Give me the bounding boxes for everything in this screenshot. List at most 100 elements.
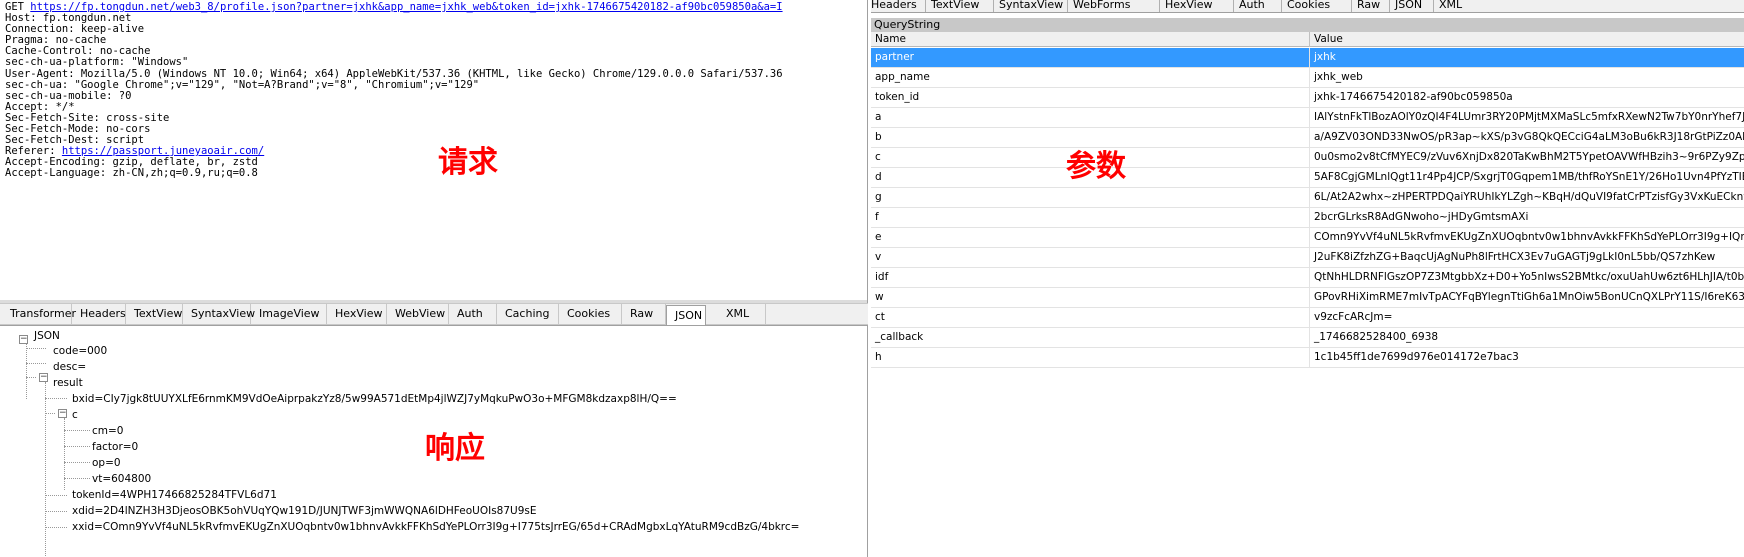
tree-node-result[interactable]: result: [53, 376, 83, 390]
param-value[interactable]: 0u0smo2v8tCfMYEC9/zVuv6XnjDx820TaKwBhM2T…: [1310, 148, 1744, 167]
param-name[interactable]: b: [871, 128, 1310, 147]
tree-node-desc[interactable]: desc=: [53, 360, 86, 374]
tab-separator: [1159, 0, 1160, 12]
response-tab-webview[interactable]: WebView: [387, 304, 449, 325]
param-name[interactable]: f: [871, 208, 1310, 227]
tree-node-xdid[interactable]: xdid=2D4lNZH3H3DjeosOBK5ohVUqYQw191D/JUN…: [72, 504, 537, 518]
param-name[interactable]: partner: [871, 48, 1310, 67]
response-tab-transformer[interactable]: Transformer: [0, 304, 76, 325]
tree-guide-line: [64, 430, 90, 431]
param-value[interactable]: QtNhHLDRNFlGszOP7Z3MtgbbXz+D0+Yo5nIwsS2B…: [1310, 268, 1744, 287]
querystring-row[interactable]: h 1c1b45ff1de7699d976e014172e7bac3: [871, 348, 1744, 368]
param-name[interactable]: a: [871, 108, 1310, 127]
param-value[interactable]: 5AF8CgjGMLnlQgt11r4Pp4JCP/SxgrjT0Gqpem1M…: [1310, 168, 1744, 187]
querystring-row[interactable]: partner jxhk: [871, 48, 1744, 68]
inspector-tab-json[interactable]: JSON: [1395, 0, 1422, 12]
response-tab-cookies[interactable]: Cookies: [559, 304, 622, 325]
querystring-row[interactable]: d 5AF8CgjGMLnlQgt11r4Pp4JCP/SxgrjT0Gqpem1…: [871, 168, 1744, 188]
tree-node-c[interactable]: c: [72, 408, 78, 422]
querystring-row[interactable]: a IAlYstnFkTlBozAOlY0zQI4F4LUmr3RY20PMjtM…: [871, 108, 1744, 128]
response-tab-xml[interactable]: XML: [718, 304, 766, 325]
collapse-c-icon[interactable]: −: [58, 409, 67, 418]
inspector-tab-textview[interactable]: TextView: [931, 0, 979, 12]
tree-node-bxid[interactable]: bxid=CIy7jgk8tUUYXLfE6rnmKM9VdOeAiprpakz…: [72, 392, 677, 406]
response-tab-textview[interactable]: TextView: [126, 304, 183, 325]
param-value[interactable]: 1c1b45ff1de7699d976e014172e7bac3: [1310, 348, 1744, 367]
param-value[interactable]: J2uFK8iZfzhZG+BaqcUjAgNuPh8lFrtHCX3Ev7uG…: [1310, 248, 1744, 267]
inspector-tab-raw[interactable]: Raw: [1357, 0, 1380, 12]
tree-node-tokenid[interactable]: tokenId=4WPH17466825284TFVL6d71: [72, 488, 277, 502]
annotation-request: 请求: [438, 145, 498, 180]
param-value[interactable]: 6L/At2A2whx~zHPERTPDQaiYRUhIkYLZgh~KBqH/…: [1310, 188, 1744, 207]
column-header-value[interactable]: Value: [1310, 32, 1744, 47]
param-value[interactable]: 2bcrGLrksR8AdGNwoho~jHDyGmtsmAXi: [1310, 208, 1744, 227]
querystring-row[interactable]: token_id jxhk-1746675420182-af90bc059850a: [871, 88, 1744, 108]
inspector-tab-cookies[interactable]: Cookies: [1287, 0, 1330, 12]
param-value[interactable]: COmn9YvVf4uNL5kRvfmvEKUgZnXUOqbntv0w1bhn…: [1310, 228, 1744, 247]
response-tab-raw[interactable]: Raw: [622, 304, 666, 325]
querystring-row[interactable]: e COmn9YvVf4uNL5kRvfmvEKUgZnXUOqbntv0w1bh…: [871, 228, 1744, 248]
param-value[interactable]: GPovRHiXimRME7mIvTpACYFqBYlegnTtiGh6a1Mn…: [1310, 288, 1744, 307]
response-tab-json[interactable]: JSON: [666, 305, 706, 326]
tree-node-factor[interactable]: factor=0: [92, 440, 138, 454]
querystring-row[interactable]: c 0u0smo2v8tCfMYEC9/zVuv6XnjDx820TaKwBhM2…: [871, 148, 1744, 168]
param-name[interactable]: v: [871, 248, 1310, 267]
param-value[interactable]: jxhk: [1310, 48, 1744, 67]
param-name[interactable]: idf: [871, 268, 1310, 287]
inspector-tab-headers[interactable]: Headers: [871, 0, 917, 12]
inspector-tab-webforms[interactable]: WebForms: [1073, 0, 1130, 12]
param-name[interactable]: ct: [871, 308, 1310, 327]
tree-node-op[interactable]: op=0: [92, 456, 121, 470]
querystring-row[interactable]: app_name jxhk_web: [871, 68, 1744, 88]
inspector-tab-hexview[interactable]: HexView: [1165, 0, 1212, 12]
inspector-tab-xml[interactable]: XML: [1439, 0, 1462, 12]
param-value[interactable]: a/A9ZV03OND33NwOS/pR3ap~kXS/p3vG8QkQECci…: [1310, 128, 1744, 147]
param-name[interactable]: g: [871, 188, 1310, 207]
querystring-row[interactable]: ct v9zcFcARcJm=: [871, 308, 1744, 328]
request-line: sec-ch-ua: "Google Chrome";v="129", "Not…: [5, 79, 867, 91]
tree-node-cm[interactable]: cm=0: [92, 424, 123, 438]
tab-separator: [1233, 0, 1234, 12]
column-header-name[interactable]: Name: [871, 32, 1310, 47]
request-line-link[interactable]: https://fp.tongdun.net/web3_8/profile.js…: [30, 1, 782, 13]
tree-node-json[interactable]: JSON: [34, 329, 60, 343]
param-name[interactable]: h: [871, 348, 1310, 367]
tree-node-code[interactable]: code=000: [53, 344, 107, 358]
param-value[interactable]: IAlYstnFkTlBozAOlY0zQI4F4LUmr3RY20PMjtMX…: [1310, 108, 1744, 127]
collapse-json-icon[interactable]: −: [19, 335, 28, 344]
param-value[interactable]: _1746682528400_6938: [1310, 328, 1744, 347]
request-text[interactable]: GET https://fp.tongdun.net/web3_8/profil…: [0, 0, 867, 180]
collapse-result-icon[interactable]: −: [39, 373, 48, 382]
tree-guide-line: [45, 511, 67, 512]
request-line: GET https://fp.tongdun.net/web3_8/profil…: [5, 1, 867, 13]
querystring-row[interactable]: f 2bcrGLrksR8AdGNwoho~jHDyGmtsmAXi: [871, 208, 1744, 228]
param-name[interactable]: _callback: [871, 328, 1310, 347]
response-tab-imageview[interactable]: ImageView: [251, 304, 327, 325]
annotation-params: 参数: [1066, 149, 1126, 184]
inspector-tab-auth[interactable]: Auth: [1239, 0, 1265, 12]
tree-node-xxid[interactable]: xxid=COmn9YvVf4uNL5kRvfmvEKUgZnXUOqbntv0…: [72, 520, 799, 534]
param-name[interactable]: app_name: [871, 68, 1310, 87]
querystring-row[interactable]: b a/A9ZV03OND33NwOS/pR3ap~kXS/p3vG8QkQECc…: [871, 128, 1744, 148]
param-value[interactable]: v9zcFcARcJm=: [1310, 308, 1744, 327]
response-tab-headers[interactable]: Headers: [72, 304, 126, 325]
param-name[interactable]: w: [871, 288, 1310, 307]
querystring-row[interactable]: g 6L/At2A2whx~zHPERTPDQaiYRUhIkYLZgh~KBqH…: [871, 188, 1744, 208]
response-tab-caching[interactable]: Caching: [497, 304, 559, 325]
querystring-row[interactable]: w GPovRHiXimRME7mIvTpACYFqBYlegnTtiGh6a1M…: [871, 288, 1744, 308]
tree-guide-line: [45, 527, 67, 528]
response-tab-auth[interactable]: Auth: [449, 304, 497, 325]
tab-separator: [1351, 0, 1352, 12]
param-value[interactable]: jxhk-1746675420182-af90bc059850a: [1310, 88, 1744, 107]
inspector-tab-syntaxview[interactable]: SyntaxView: [999, 0, 1063, 12]
querystring-row[interactable]: idf QtNhHLDRNFlGszOP7Z3MtgbbXz+D0+Yo5nIws…: [871, 268, 1744, 288]
querystring-row[interactable]: _callback _1746682528400_6938: [871, 328, 1744, 348]
querystring-row[interactable]: v J2uFK8iZfzhZG+BaqcUjAgNuPh8lFrtHCX3Ev7u…: [871, 248, 1744, 268]
tree-node-vt[interactable]: vt=604800: [92, 472, 151, 486]
response-tab-hexview[interactable]: HexView: [327, 304, 387, 325]
param-value[interactable]: jxhk_web: [1310, 68, 1744, 87]
param-name[interactable]: e: [871, 228, 1310, 247]
response-tab-syntaxview[interactable]: SyntaxView: [183, 304, 255, 325]
param-name[interactable]: token_id: [871, 88, 1310, 107]
request-raw-view[interactable]: GET https://fp.tongdun.net/web3_8/profil…: [0, 0, 868, 303]
